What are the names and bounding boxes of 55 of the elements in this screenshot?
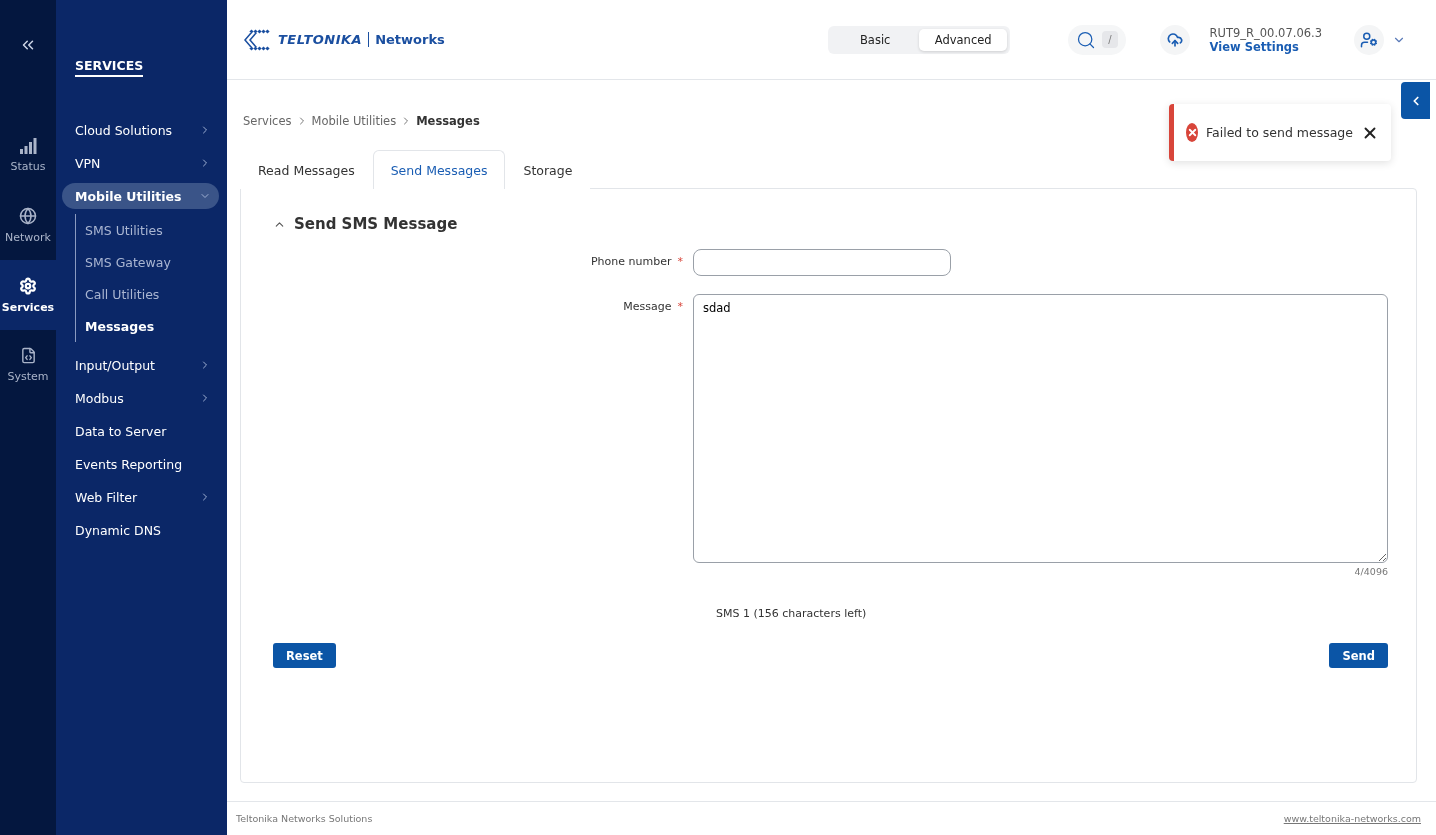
view-settings-link[interactable]: View Settings	[1209, 39, 1322, 54]
nav-item[interactable]: Modbus	[62, 385, 219, 411]
nav-item[interactable]: Data to Server	[62, 418, 219, 444]
brand-name: TELTONIKA	[278, 32, 363, 47]
message-textarea[interactable]: sdad	[693, 294, 1388, 563]
field-label: Message	[623, 300, 672, 313]
cloud-upload-button[interactable]	[1159, 24, 1190, 55]
user-gear-icon	[1360, 30, 1378, 49]
sub-nav-item[interactable]: Call Utilities	[76, 278, 219, 310]
action-button[interactable]: Reset	[273, 643, 336, 668]
breadcrumb-link[interactable]: Services	[243, 114, 292, 128]
expand-panel-button[interactable]	[1401, 82, 1430, 119]
nav-item[interactable]: Cloud Solutions	[62, 117, 219, 143]
user-settings-button[interactable]	[1354, 24, 1384, 55]
footer-link[interactable]: www.teltonika-networks.com	[1283, 813, 1421, 824]
globe-icon	[19, 206, 37, 225]
footer-text: Teltonika Networks Solutions	[236, 813, 373, 824]
mode-toggle-option[interactable]: Advanced	[919, 28, 1008, 51]
mode-toggle-option[interactable]: Basic	[831, 28, 920, 51]
search-button[interactable]: /	[1068, 24, 1126, 55]
breadcrumb-link[interactable]: Mobile Utilities	[311, 114, 397, 128]
phone-number-input[interactable]	[693, 249, 951, 276]
sub-nav-item[interactable]: Messages	[76, 310, 219, 342]
cloud-upload-icon	[1166, 31, 1183, 48]
toast-message: Failed to send message	[1206, 125, 1353, 140]
file-code-icon	[19, 347, 37, 364]
rail-nav-item[interactable]: Network	[0, 190, 56, 260]
field-label: Phone number	[591, 255, 672, 268]
rail-nav-item[interactable]: Status	[0, 120, 56, 190]
sub-nav-item[interactable]: SMS Utilities	[76, 214, 219, 246]
logo-mark-icon	[242, 28, 272, 51]
firmware-version: RUT9_R_00.07.06.3	[1209, 25, 1322, 40]
nav-item[interactable]: Web Filter	[62, 484, 219, 510]
nav-item[interactable]: Dynamic DNS	[62, 517, 219, 543]
required-mark: *	[677, 255, 683, 268]
sms-info-text: SMS 1 (156 characters left)	[716, 607, 867, 620]
breadcrumb-link[interactable]: Messages	[416, 114, 480, 128]
tab[interactable]: Send Messages	[372, 150, 506, 189]
signal-bars-icon	[19, 137, 37, 154]
rail-nav-item[interactable]: Services	[0, 260, 56, 330]
settings-icon	[19, 276, 37, 295]
error-icon	[1186, 123, 1198, 142]
section-heading: SERVICES	[75, 58, 144, 77]
sub-nav-item[interactable]: SMS Gateway	[76, 246, 219, 278]
section-toggle[interactable]: Send SMS Message	[273, 215, 458, 233]
nav-item[interactable]: VPN	[62, 150, 219, 176]
nav-item[interactable]: Input/Output	[62, 352, 219, 378]
character-counter: 4/4096	[1354, 566, 1388, 577]
rail-nav-item[interactable]: System	[0, 330, 56, 400]
nav-item[interactable]: Mobile Utilities	[62, 183, 219, 209]
nav-item[interactable]: Events Reporting	[62, 451, 219, 477]
action-button[interactable]: Send	[1329, 643, 1388, 668]
required-mark: *	[677, 300, 683, 313]
search-icon	[1076, 29, 1097, 50]
product-name: Networks	[368, 32, 445, 47]
